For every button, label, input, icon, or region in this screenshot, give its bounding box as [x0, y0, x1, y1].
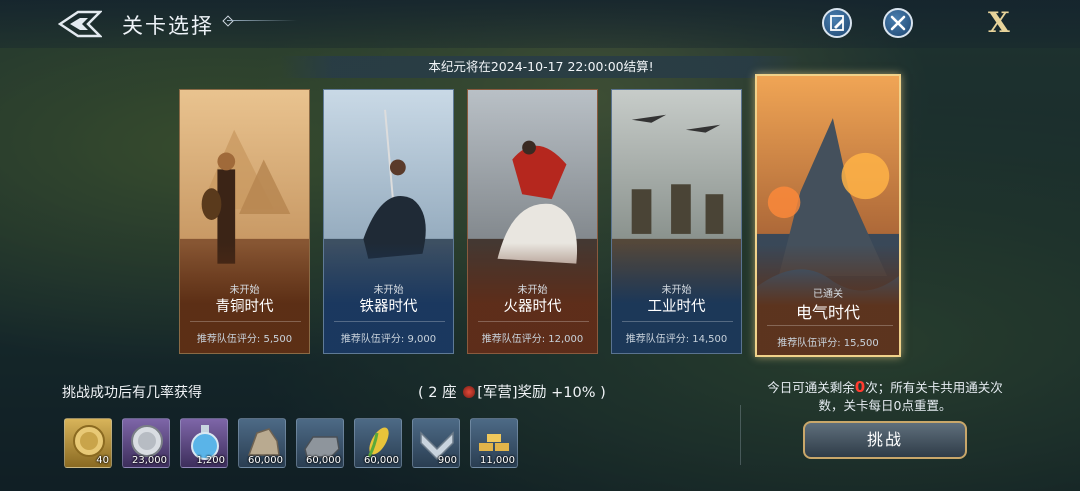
- reward-quantity: 60,000: [306, 455, 341, 466]
- reward-quantity: 1,200: [196, 455, 225, 466]
- reward-item[interactable]: 40: [64, 418, 112, 468]
- stage-status: 已通关: [813, 289, 843, 300]
- card-divider: [767, 325, 893, 326]
- stage-name: 火器时代: [503, 299, 562, 315]
- stage-card-industrial[interactable]: 未开始 工业时代 推荐队伍评分: 14,500: [611, 89, 742, 354]
- close-button[interactable]: X: [988, 6, 1010, 39]
- barracks-bonus: ( 2 座 [军营]奖励 +10% ): [418, 381, 606, 402]
- top-bar: 关卡选择 X: [0, 0, 1080, 48]
- recommended-score: 推荐队伍评分: 15,500: [777, 338, 879, 349]
- stage-status: 未开始: [661, 285, 692, 296]
- card-divider: [190, 321, 301, 322]
- reward-item[interactable]: 1,200: [180, 418, 228, 468]
- stage-name: 工业时代: [647, 299, 706, 315]
- reward-quantity: 11,000: [480, 455, 515, 466]
- reward-quantity: 60,000: [364, 455, 399, 466]
- stage-name: 电气时代: [795, 303, 860, 322]
- title-divider: [227, 20, 297, 21]
- stage-card-bronze[interactable]: 未开始 青铜时代 推荐队伍评分: 5,500: [179, 89, 310, 354]
- daily-limit-text: 今日可通关剩余0次；所有关卡共用通关次 数，关卡每日0点重置。: [752, 378, 1018, 415]
- season-end-notice: 本纪元将在2024-10-17 22:00:00结算!: [280, 56, 802, 78]
- stage-name: 青铜时代: [215, 299, 274, 315]
- reward-quantity: 900: [437, 455, 457, 466]
- card-divider: [622, 321, 733, 322]
- recommended-score: 推荐队伍评分: 12,000: [481, 334, 584, 345]
- back-arrow-icon[interactable]: [58, 9, 102, 39]
- stage-status: 未开始: [517, 285, 548, 296]
- bonus-prefix: ( 2 座: [418, 385, 457, 401]
- reward-quantity: 60,000: [248, 455, 283, 466]
- challenge-button[interactable]: 挑战: [803, 421, 967, 459]
- edit-button[interactable]: [822, 8, 852, 38]
- reward-item[interactable]: 23,000: [122, 418, 170, 468]
- reward-item[interactable]: 60,000: [238, 418, 286, 468]
- card-divider: [334, 321, 445, 322]
- recommended-score: 推荐队伍评分: 14,500: [625, 334, 728, 345]
- pencil-icon: [830, 15, 844, 31]
- page-title: 关卡选择: [122, 14, 214, 38]
- limit-prefix: 今日可通关剩余: [767, 380, 855, 395]
- reward-quantity: 40: [96, 455, 109, 466]
- remaining-count: 0: [854, 378, 866, 396]
- limit-line2: 数，关卡每日0点重置。: [818, 398, 952, 413]
- stage-status: 未开始: [229, 285, 260, 296]
- reward-item[interactable]: 60,000: [354, 418, 402, 468]
- barracks-gem-icon: [463, 386, 476, 398]
- reward-item[interactable]: 900: [412, 418, 460, 468]
- title-ornament: [222, 15, 234, 27]
- reward-quantity: 23,000: [132, 455, 167, 466]
- divider-line: [740, 405, 741, 465]
- stage-card-electric[interactable]: 已通关 电气时代 推荐队伍评分: 15,500: [755, 74, 901, 357]
- recommended-score: 推荐队伍评分: 9,000: [340, 334, 437, 345]
- card-divider: [478, 321, 589, 322]
- stage-card-iron[interactable]: 未开始 铁器时代 推荐队伍评分: 9,000: [323, 89, 454, 354]
- reward-item[interactable]: 60,000: [296, 418, 344, 468]
- crossed-swords-icon: [890, 15, 906, 31]
- reward-title: 挑战成功后有几率获得: [62, 385, 202, 401]
- limit-suffix: 次；所有关卡共用通关次: [865, 380, 1003, 395]
- bonus-tag: [军营]奖励: [477, 385, 547, 401]
- stage-card-firearm[interactable]: 未开始 火器时代 推荐队伍评分: 12,000: [467, 89, 598, 354]
- battle-button[interactable]: [883, 8, 913, 38]
- bonus-suffix: ): [600, 385, 606, 401]
- reward-item[interactable]: 11,000: [470, 418, 518, 468]
- stage-status: 未开始: [373, 285, 404, 296]
- stage-name: 铁器时代: [359, 299, 418, 315]
- bonus-percent: +10%: [551, 385, 596, 401]
- recommended-score: 推荐队伍评分: 5,500: [196, 334, 293, 345]
